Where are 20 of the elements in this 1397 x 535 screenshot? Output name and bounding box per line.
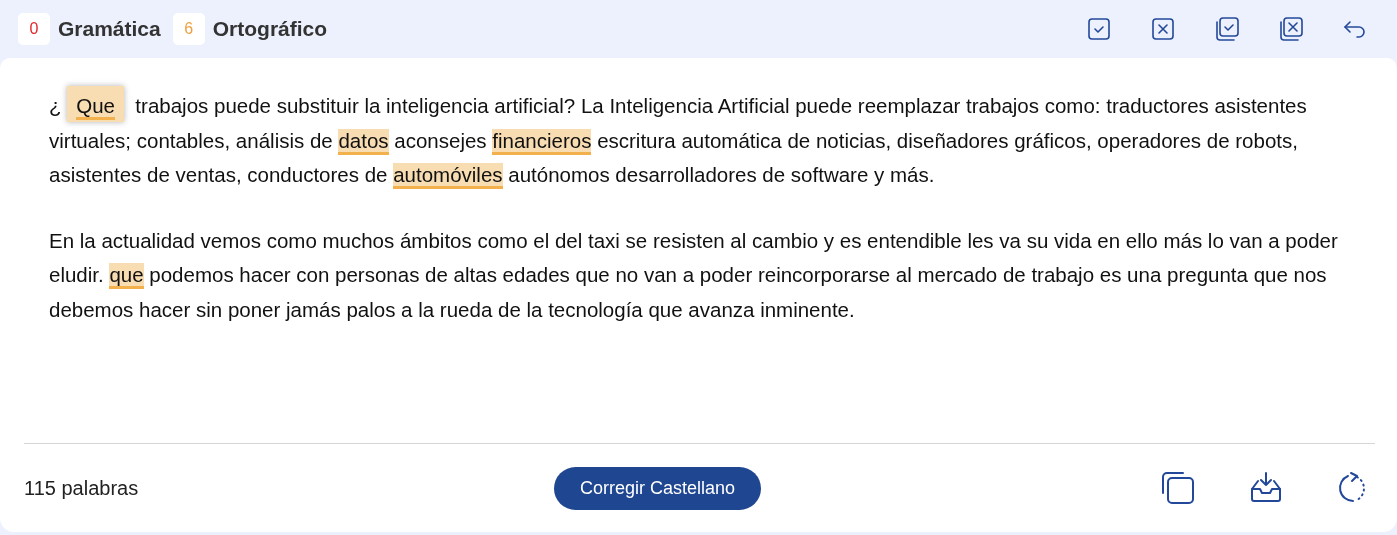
correct-button[interactable]: Corregir Castellano (554, 466, 762, 510)
checkbox-check-icon (1087, 17, 1111, 41)
inbox-download-icon (1250, 471, 1282, 503)
category-label: Gramática (58, 17, 161, 41)
count-badge: 0 (18, 13, 50, 45)
copy-icon (1161, 471, 1195, 505)
footer-button[interactable] (1250, 471, 1282, 505)
paragraph: En la actualidad vemos como muchos ámbitos como el del taxi se resisten al cambio y es entendible les va su vida en ello más lo van a poder eludir. que podemos hacer con personas de altas edades que no van a poder reincorporarse al mercado de trabajo es una pregunta que nos debemos hacer sin poner jamás palos a la rueda de la tecnología que avanza inminente. (49, 227, 1339, 323)
checkbox-x-icon (1151, 17, 1175, 41)
word-count: 115 palabras (24, 476, 140, 500)
footer-button[interactable] (1161, 471, 1195, 505)
stacked-check-icon (1215, 17, 1239, 41)
toolbar-button[interactable] (1215, 17, 1239, 41)
toolbar-button[interactable] (1151, 17, 1175, 41)
stacked-x-icon (1279, 17, 1303, 41)
count-badge: 6 (172, 13, 205, 45)
paragraph: ¿ Que trabajos puede substituir la inteligencia artificial? La Inteligencia Artificial puede reemplazar trabajos como: traductores asistentes virtuales; contables, análisis de datos aconsejes financieros escritura automática de noticias, diseñadores gráficos, operadores de robots, asistentes de ventas, conductores de automóviles autónomos desarrolladores de software y más. (49, 86, 1339, 193)
toolbar-button[interactable] (1087, 17, 1111, 41)
category-label: Ortográfico (212, 17, 328, 41)
toolbar-button[interactable] (1279, 17, 1303, 41)
